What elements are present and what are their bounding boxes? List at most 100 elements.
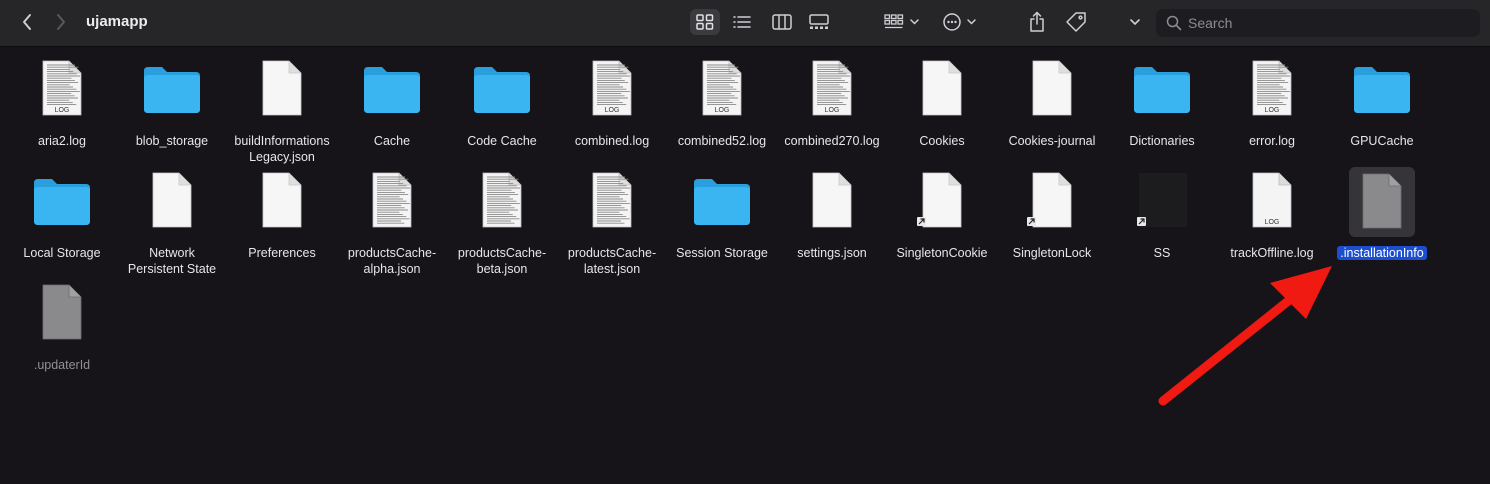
file-icon[interactable] — [32, 283, 92, 343]
document-icon — [262, 172, 302, 228]
file-icon[interactable] — [472, 59, 532, 119]
file-name-label: Dictionaries — [1107, 133, 1217, 149]
column-view-button[interactable] — [770, 12, 794, 32]
file-icon[interactable]: LOG — [692, 59, 752, 119]
file-icon[interactable] — [1022, 171, 1082, 231]
file-icon[interactable] — [1132, 59, 1192, 119]
more-actions-button[interactable] — [942, 11, 980, 33]
hidden-file-icon — [42, 284, 82, 340]
file-item[interactable]: Cache — [337, 47, 447, 159]
file-item[interactable]: LOG trackOffline.log — [1217, 159, 1327, 271]
file-item[interactable]: productsCache- beta.json — [447, 159, 557, 276]
file-icon[interactable] — [692, 171, 752, 231]
search-field[interactable]: Search — [1156, 9, 1480, 37]
file-icon[interactable] — [1349, 167, 1415, 237]
file-name-text: Local Storage — [23, 246, 101, 260]
column-view-icon — [772, 14, 792, 30]
file-name-text: Session Storage — [676, 246, 768, 260]
file-icon[interactable] — [912, 171, 972, 231]
file-item[interactable]: SS — [1107, 159, 1217, 271]
folder-icon — [144, 67, 200, 113]
search-icon — [1166, 15, 1182, 31]
file-item[interactable]: LOG aria2.log — [7, 47, 117, 159]
file-item[interactable]: SingletonLock — [997, 159, 1107, 271]
svg-text:LOG: LOG — [715, 107, 730, 114]
file-name-label: combined.log — [557, 133, 667, 149]
log-file-icon: LOG — [42, 60, 82, 116]
tag-icon — [1066, 12, 1086, 32]
file-icon[interactable] — [802, 171, 862, 231]
log-file-icon: LOG — [1252, 60, 1292, 116]
file-item[interactable]: Session Storage — [667, 159, 777, 271]
file-icon[interactable]: LOG — [1242, 59, 1302, 119]
file-name-text: blob_storage — [135, 134, 209, 148]
file-name-label: trackOffline.log — [1217, 245, 1327, 261]
file-icon[interactable] — [582, 171, 642, 231]
file-icon[interactable] — [142, 171, 202, 231]
folder-icon — [474, 67, 530, 113]
file-name-label: Cookies-journal — [997, 133, 1107, 149]
text-document-icon — [372, 172, 412, 228]
file-icon[interactable] — [362, 59, 422, 119]
file-icon[interactable] — [252, 59, 312, 119]
svg-text:LOG: LOG — [55, 107, 70, 114]
log-file-icon: LOG — [812, 60, 852, 116]
file-icon[interactable]: LOG — [32, 59, 92, 119]
file-item[interactable]: buildInformations Legacy.json — [227, 47, 337, 164]
file-name-label: SS — [1107, 245, 1217, 261]
file-item[interactable]: LOG combined.log — [557, 47, 667, 159]
file-item[interactable]: Network Persistent State — [117, 159, 227, 276]
chevron-right-icon — [57, 14, 65, 30]
file-item[interactable]: LOG combined52.log — [667, 47, 777, 159]
file-icon[interactable] — [912, 59, 972, 119]
file-icon[interactable] — [32, 171, 92, 231]
file-icon[interactable] — [472, 171, 532, 231]
file-item[interactable]: LOG combined270.log — [777, 47, 887, 159]
file-item[interactable]: Preferences — [227, 159, 337, 271]
file-icon[interactable] — [1022, 59, 1082, 119]
group-by-icon — [884, 14, 919, 29]
file-name-text: aria2.log — [38, 134, 86, 148]
file-icon[interactable] — [142, 59, 202, 119]
folder-icon — [364, 67, 420, 113]
file-icon[interactable]: LOG — [802, 59, 862, 119]
file-name-label: combined270.log — [777, 133, 887, 149]
file-item[interactable]: productsCache- latest.json — [557, 159, 667, 276]
back-button[interactable] — [16, 11, 38, 33]
file-item[interactable]: settings.json — [777, 159, 887, 271]
file-item[interactable]: .installationInfo — [1327, 159, 1437, 271]
share-button[interactable] — [1026, 9, 1048, 35]
file-item[interactable]: Cookies-journal — [997, 47, 1107, 159]
file-item[interactable]: SingletonCookie — [887, 159, 997, 271]
group-by-button[interactable] — [884, 12, 922, 32]
file-icon[interactable] — [1132, 171, 1192, 231]
file-name-text: combined270.log — [784, 134, 880, 148]
file-icon[interactable]: LOG — [1242, 171, 1302, 231]
log-file-icon: LOG — [1252, 172, 1292, 228]
file-item[interactable]: .updaterId — [7, 271, 117, 383]
file-item[interactable]: Cookies — [887, 47, 997, 159]
file-item[interactable]: LOG error.log — [1217, 47, 1327, 159]
file-name-text: combined52.log — [677, 134, 767, 148]
file-item[interactable]: blob_storage — [117, 47, 227, 159]
list-view-button[interactable] — [731, 12, 753, 32]
file-item[interactable]: GPUCache — [1327, 47, 1437, 159]
file-icon[interactable] — [1352, 59, 1412, 119]
tag-button[interactable] — [1064, 10, 1088, 34]
file-name-text: Cookies-journal — [1008, 134, 1096, 148]
file-item[interactable]: Code Cache — [447, 47, 557, 159]
file-item[interactable]: Dictionaries — [1107, 47, 1217, 159]
svg-text:LOG: LOG — [1265, 219, 1280, 226]
file-item[interactable]: productsCache- alpha.json — [337, 159, 447, 276]
document-icon — [812, 172, 852, 228]
file-icon[interactable] — [362, 171, 422, 231]
toolbar-overflow-button[interactable] — [1126, 13, 1144, 31]
file-icon[interactable]: LOG — [582, 59, 642, 119]
file-name-text: settings.json — [797, 246, 867, 260]
gallery-view-button[interactable] — [807, 12, 831, 32]
log-file-icon: LOG — [702, 60, 742, 116]
file-item[interactable]: Local Storage — [7, 159, 117, 271]
forward-button[interactable] — [50, 11, 72, 33]
icon-view-button[interactable] — [694, 12, 716, 32]
file-icon[interactable] — [252, 171, 312, 231]
